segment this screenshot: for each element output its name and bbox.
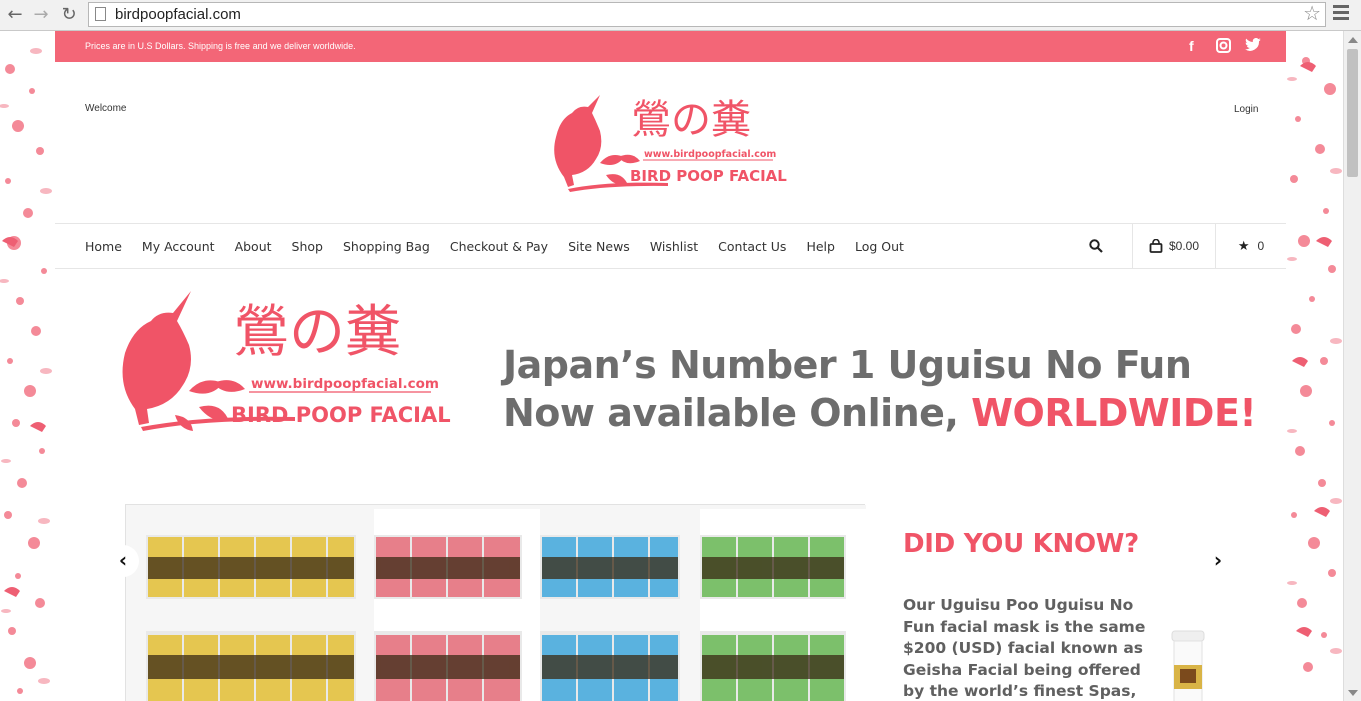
nav-help[interactable]: Help — [806, 239, 835, 254]
slide-title: DID YOU KNOW? — [903, 529, 1139, 559]
nav-site-news[interactable]: Site News — [568, 239, 630, 254]
scroll-up-icon[interactable] — [1348, 37, 1358, 43]
nav-home[interactable]: Home — [85, 239, 122, 254]
reload-icon[interactable]: ↻ — [58, 4, 80, 26]
nav-checkout[interactable]: Checkout & Pay — [450, 239, 548, 254]
site-logo[interactable]: 鶯の糞 www.birdpoopfacial.com BIRD POOP FAC… — [548, 89, 798, 199]
cart-total: $0.00 — [1168, 239, 1200, 253]
headline-line-2-text: Now available Online, — [503, 391, 972, 435]
product-box-image — [125, 504, 866, 701]
nav-contact-us[interactable]: Contact Us — [718, 239, 786, 254]
hero-headline: Japan’s Number 1 Uguisu No Fun Now avail… — [503, 341, 1257, 437]
nav-shop[interactable]: Shop — [292, 239, 323, 254]
slider-prev-button[interactable]: ‹ — [107, 545, 139, 577]
address-bar-url: birdpoopfacial.com — [115, 6, 241, 23]
site-header: Welcome Login 鶯の糞 www.birdpoopfacial.com… — [55, 62, 1286, 223]
wishlist-count: 0 — [1257, 239, 1265, 253]
wishlist-button[interactable]: ★ 0 — [1215, 224, 1286, 268]
cart-button[interactable]: $0.00 — [1132, 224, 1215, 268]
shipping-message: Prices are in U.S Dollars. Shipping is f… — [85, 41, 356, 51]
browser-menu-icon[interactable] — [1333, 5, 1349, 25]
page-icon — [95, 7, 106, 21]
instagram-icon[interactable] — [1216, 38, 1231, 56]
announcement-bar: Prices are in U.S Dollars. Shipping is f… — [55, 31, 1286, 62]
logo-url: www.birdpoopfacial.com — [644, 149, 776, 160]
hero-logo-kanji: 鶯の糞 — [233, 300, 401, 365]
vertical-scrollbar[interactable] — [1343, 31, 1361, 701]
logo-kanji: 鶯の糞 — [631, 97, 751, 143]
product-bottle-image — [1171, 630, 1205, 701]
nav-wishlist[interactable]: Wishlist — [650, 239, 698, 254]
search-icon — [1089, 239, 1103, 253]
nav-about[interactable]: About — [235, 239, 272, 254]
nav-my-account[interactable]: My Account — [142, 239, 215, 254]
address-bar[interactable]: birdpoopfacial.com ☆ — [88, 2, 1326, 27]
page-content: Prices are in U.S Dollars. Shipping is f… — [55, 31, 1286, 701]
twitter-icon[interactable] — [1245, 38, 1261, 54]
hero-logo-url: www.birdpoopfacial.com — [251, 376, 439, 392]
bookmark-star-icon[interactable]: ☆ — [1303, 3, 1321, 25]
forward-arrow-icon[interactable]: → — [30, 4, 52, 26]
hero-logo-name: BIRD POOP FACIAL — [231, 403, 451, 427]
facebook-icon[interactable]: f — [1189, 38, 1194, 54]
back-arrow-icon[interactable]: ← — [4, 4, 26, 26]
main-navigation: Home My Account About Shop Shopping Bag … — [55, 223, 1286, 269]
welcome-text: Welcome — [85, 103, 127, 114]
slider-next-button[interactable]: › — [1202, 545, 1234, 577]
scrollbar-thumb[interactable] — [1347, 49, 1358, 177]
shopping-bag-icon — [1149, 239, 1163, 253]
search-button[interactable] — [1060, 224, 1132, 268]
browser-toolbar: ← → ↻ birdpoopfacial.com ☆ — [0, 0, 1361, 31]
scroll-down-icon[interactable] — [1348, 690, 1358, 696]
headline-line-1: Japan’s Number 1 Uguisu No Fun — [503, 343, 1192, 387]
nav-log-out[interactable]: Log Out — [855, 239, 904, 254]
star-icon: ★ — [1237, 238, 1250, 253]
hero-logo: 鶯の糞 www.birdpoopfacial.com BIRD POOP FAC… — [122, 291, 451, 431]
headline-worldwide: WORLDWIDE! — [971, 391, 1257, 435]
headline-line-2: Now available Online, WORLDWIDE! — [503, 389, 1257, 437]
product-slider: ‹ › DID YOU KNOW? Our Uguisu Poo Uguisu … — [107, 501, 1237, 701]
nav-shopping-bag[interactable]: Shopping Bag — [343, 239, 430, 254]
floral-background-right — [1286, 31, 1343, 701]
slide-body: Our Uguisu Poo Uguisu No Fun facial mask… — [903, 596, 1146, 700]
logo-name: BIRD POOP FACIAL — [630, 167, 787, 185]
login-link[interactable]: Login — [1234, 104, 1258, 115]
floral-background-left — [0, 31, 55, 701]
